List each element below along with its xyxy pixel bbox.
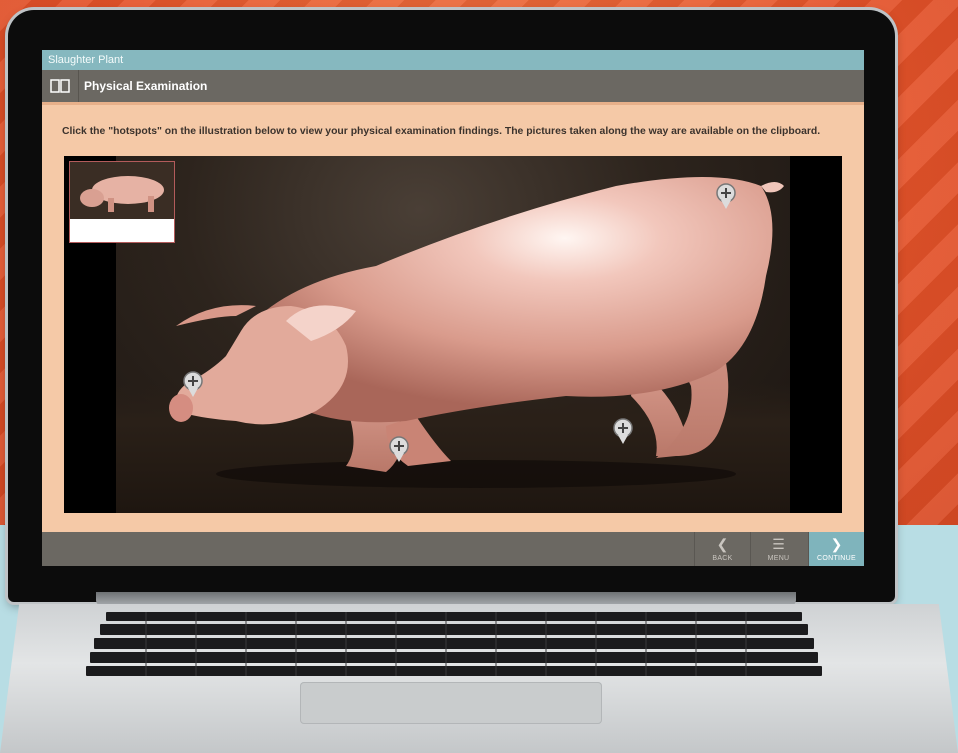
thumbnail-image [70,162,174,219]
course-screen: Slaughter Plant Physical Examination Cli… [42,50,864,566]
back-label: BACK [712,555,733,562]
hotspot-tail[interactable] [715,183,737,211]
pig-illustration [116,156,790,513]
clipboard-thumbnail[interactable] [69,161,175,243]
chevron-left-icon: ❮ [716,536,729,552]
keyboard [86,612,822,676]
hotspot-front-hoof[interactable] [388,436,410,464]
pig-image [169,177,784,488]
continue-label: CONTINUE [817,555,856,562]
hotspot-snout[interactable] [182,371,204,399]
laptop-hinge [96,592,796,606]
chevron-right-icon: ❯ [830,536,843,552]
hotspot-rear-hoof[interactable] [612,418,634,446]
app-title: Slaughter Plant [42,50,864,70]
illustration-frame [64,156,842,513]
menu-list-icon: ☰ [772,536,785,552]
page-title: Physical Examination [84,79,208,93]
trackpad [300,682,602,724]
book-icon[interactable] [42,70,79,102]
instruction-text: Click the "hotspots" on the illustration… [62,126,821,137]
menu-label: MENU [767,555,790,562]
back-button[interactable]: ❮ BACK [694,532,750,566]
footer-bar: ❮ BACK ☰ MENU ❯ CONTINUE [42,532,864,566]
continue-button[interactable]: ❯ CONTINUE [808,532,864,566]
header-bar: Physical Examination [42,70,864,105]
menu-button[interactable]: ☰ MENU [750,532,806,566]
